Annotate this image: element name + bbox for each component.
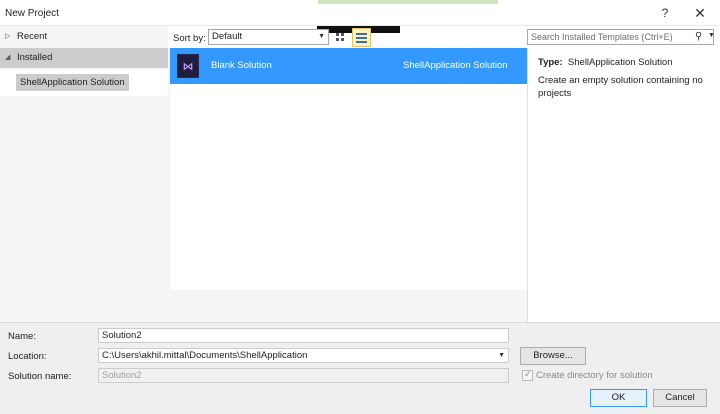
sort-value: Default <box>212 31 243 42</box>
solution-name-label: Solution name: <box>8 371 72 382</box>
help-button[interactable]: ? <box>657 4 673 22</box>
cancel-button[interactable]: Cancel <box>653 389 707 407</box>
detail-type-value: ShellApplication Solution <box>567 57 673 68</box>
browse-button[interactable]: Browse... <box>520 347 586 365</box>
template-row-blank-solution[interactable]: ⋈ Blank Solution ShellApplication Soluti… <box>170 48 527 84</box>
search-input[interactable] <box>531 31 691 43</box>
list-footer-area <box>168 290 527 322</box>
tree-item-label: Recent <box>17 31 48 42</box>
title-bar: New Project ? ✕ <box>0 0 720 26</box>
close-button[interactable]: ✕ <box>690 4 710 22</box>
tree-item-recent[interactable]: ▷ Recent <box>0 27 168 47</box>
template-tree: ▷ Recent ◢ Installed ShellApplication So… <box>0 26 168 322</box>
expand-arrow-icon: ▷ <box>5 33 11 40</box>
sort-dropdown[interactable]: Default ▼ <box>208 29 329 45</box>
detail-type: Type: ShellApplication Solution <box>538 57 673 68</box>
list-view-icon[interactable] <box>352 28 371 47</box>
name-field[interactable]: Solution2 <box>98 328 509 343</box>
dropdown-arrow-icon[interactable]: ▼ <box>708 32 715 39</box>
ok-button[interactable]: OK <box>590 389 647 407</box>
template-list: ⋈ Blank Solution ShellApplication Soluti… <box>170 48 527 290</box>
location-label: Location: <box>8 351 47 362</box>
dropdown-arrow-icon: ▼ <box>318 33 325 40</box>
create-directory-label: Create directory for solution <box>536 370 653 381</box>
grid-view-icon[interactable] <box>333 29 350 46</box>
tree-item-shellapplication-solution[interactable]: ShellApplication Solution <box>16 74 129 91</box>
sort-label: Sort by: <box>173 33 206 44</box>
tree-item-installed[interactable]: ◢ Installed <box>0 48 168 68</box>
location-field[interactable]: C:\Users\akhil.mittal\Documents\ShellApp… <box>98 348 509 363</box>
template-details: Type: ShellApplication Solution Create a… <box>527 48 714 322</box>
solution-name-field[interactable]: Solution2 <box>98 368 509 383</box>
collapse-arrow-icon: ◢ <box>5 54 11 61</box>
project-form: Name: Solution2 Location: C:\Users\akhil… <box>0 322 720 414</box>
search-icon[interactable]: ⚲ <box>695 31 702 42</box>
location-value: C:\Users\akhil.mittal\Documents\ShellApp… <box>102 350 308 361</box>
search-box[interactable]: ⚲ ▼ <box>527 29 715 45</box>
window-title: New Project <box>5 8 59 19</box>
template-name: Blank Solution <box>211 60 272 71</box>
visual-studio-solution-icon: ⋈ <box>177 54 199 78</box>
background-strip <box>318 0 498 4</box>
detail-description: Create an empty solution containing no p… <box>538 75 703 99</box>
dropdown-arrow-icon[interactable]: ▼ <box>498 349 505 362</box>
detail-type-label: Type: <box>538 57 563 68</box>
template-type: ShellApplication Solution <box>403 60 508 71</box>
tree-item-label: Installed <box>17 52 53 63</box>
name-label: Name: <box>8 331 36 342</box>
create-directory-checkbox[interactable] <box>522 369 533 381</box>
